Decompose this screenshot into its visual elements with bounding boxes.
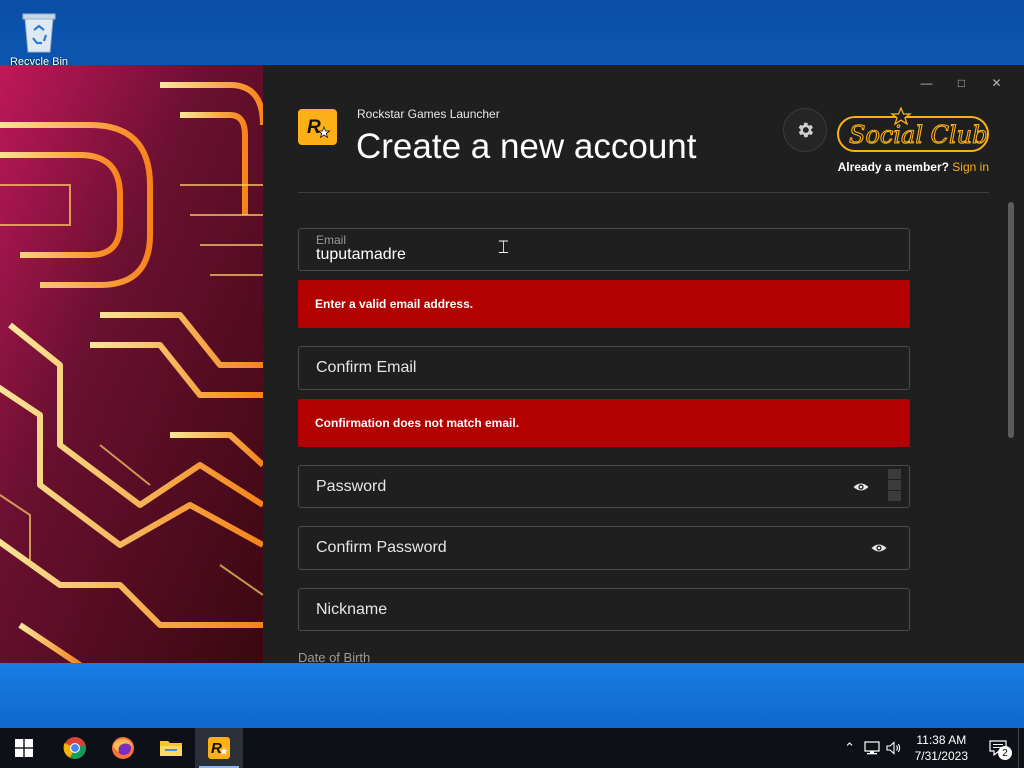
- close-button[interactable]: ✕: [979, 73, 1014, 93]
- system-clock[interactable]: 11:38 AM 7/31/2023: [905, 732, 978, 764]
- clock-time: 11:38 AM: [916, 733, 967, 747]
- notification-count-badge: 2: [998, 746, 1012, 760]
- confirm-password-placeholder: Confirm Password: [316, 539, 447, 556]
- password-field[interactable]: Password: [298, 465, 910, 508]
- clock-date: 7/31/2023: [914, 749, 968, 763]
- page-title: Create a new account: [356, 127, 697, 166]
- password-placeholder: Password: [316, 478, 387, 495]
- network-icon[interactable]: [861, 728, 883, 768]
- recycle-bin-shortcut[interactable]: Recycle Bin: [8, 6, 70, 66]
- taskbar: R ⌃ 11:38 AM 7/31/2023 2: [0, 728, 1024, 768]
- system-tray: ⌃ 11:38 AM 7/31/2023 2: [839, 728, 1024, 768]
- social-club-logo: Social Club: [835, 106, 991, 155]
- svg-text:Social Club: Social Club: [849, 121, 987, 149]
- already-member-label: Already a member?: [837, 160, 949, 174]
- date-of-birth-label: Date of Birth: [298, 650, 371, 663]
- confirm-email-placeholder: Confirm Email: [316, 359, 417, 376]
- nickname-field[interactable]: Nickname: [298, 588, 910, 631]
- text-cursor-icon: ⌶: [498, 237, 509, 258]
- windows-start-icon: [15, 739, 33, 757]
- file-explorer-icon: [160, 741, 182, 756]
- svg-text:R: R: [211, 740, 222, 757]
- file-explorer-taskbar-button[interactable]: [147, 728, 195, 768]
- confirm-password-field[interactable]: Confirm Password: [298, 526, 910, 570]
- show-password-eye-icon[interactable]: [853, 482, 869, 492]
- volume-icon[interactable]: [883, 728, 905, 768]
- show-hidden-icons-chevron-icon[interactable]: ⌃: [839, 728, 861, 768]
- confirm-email-error-message: Confirmation does not match email.: [298, 399, 910, 447]
- confirm-email-field[interactable]: Confirm Email: [298, 346, 910, 390]
- sign-in-link[interactable]: Sign in: [952, 160, 989, 174]
- chrome-icon: [63, 737, 86, 759]
- rockstar-logo-icon: R: [298, 109, 337, 145]
- decorative-art-panel: [0, 65, 263, 663]
- settings-button[interactable]: [783, 108, 827, 152]
- form-scrollbar[interactable]: [1008, 202, 1014, 438]
- show-confirm-password-eye-icon[interactable]: [871, 543, 887, 553]
- email-label: Email: [316, 233, 347, 247]
- email-value: tuputamadre: [316, 246, 406, 263]
- already-member-text: Already a member? Sign in: [838, 160, 989, 174]
- rockstar-launcher-window: — □ ✕ R Rockstar Games Launcher Create a…: [0, 65, 1024, 663]
- chrome-taskbar-button[interactable]: [51, 728, 99, 768]
- header-divider: [298, 192, 989, 193]
- account-creation-panel: — □ ✕ R Rockstar Games Launcher Create a…: [263, 65, 1024, 663]
- gear-icon: [798, 122, 814, 138]
- recycle-bin-icon: [20, 10, 58, 54]
- email-error-message: Enter a valid email address.: [298, 280, 910, 328]
- svg-text:R: R: [307, 117, 321, 138]
- app-name: Rockstar Games Launcher: [357, 107, 500, 121]
- window-controls: — □ ✕: [909, 73, 1014, 93]
- password-strength-meter: [888, 469, 901, 501]
- rockstar-launcher-icon: R: [208, 737, 230, 759]
- show-desktop-button[interactable]: [1018, 728, 1024, 768]
- action-center-button[interactable]: 2: [978, 728, 1018, 768]
- firefox-icon: [112, 737, 134, 759]
- maximize-button[interactable]: □: [944, 73, 979, 93]
- nickname-placeholder: Nickname: [316, 601, 388, 618]
- email-field[interactable]: Email tuputamadre: [298, 228, 910, 271]
- firefox-taskbar-button[interactable]: [99, 728, 147, 768]
- rockstar-launcher-taskbar-button[interactable]: R: [195, 728, 243, 768]
- start-button[interactable]: [0, 728, 48, 768]
- minimize-button[interactable]: —: [909, 73, 944, 93]
